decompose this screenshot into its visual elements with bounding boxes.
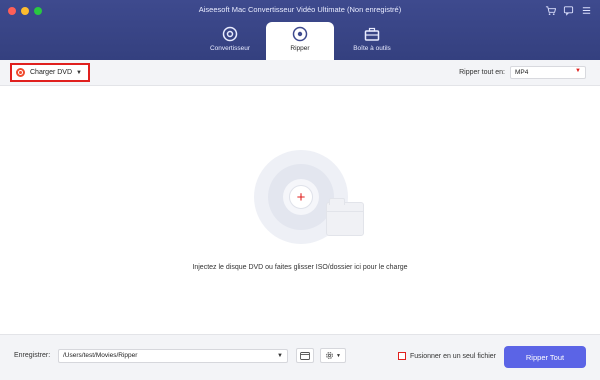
drop-area[interactable]: + Injectez le disque DVD ou faites gliss… [0,86,600,334]
folder-icon [326,198,364,236]
drop-hint-text: Injectez le disque DVD ou faites glisser… [192,264,408,271]
feedback-icon[interactable] [562,4,574,16]
tab-convertisseur[interactable]: Convertisseur [196,22,264,60]
add-file-illustration[interactable]: + [250,146,370,256]
merge-label: Fusionner en un seul fichier [410,352,496,360]
toolbox-icon [364,27,380,41]
top-icon-bar [544,4,592,16]
window-title: Aiseesoft Mac Convertisseur Vidéo Ultima… [198,5,402,14]
bottom-bar: Enregistrer: /Users/test/Movies/Ripper ▼… [0,334,600,380]
tab-label: Convertisseur [209,45,251,52]
add-plus-icon[interactable]: + [289,185,313,209]
open-folder-button[interactable] [296,348,314,363]
rip-all-label: Ripper tout en: [459,69,505,76]
chevron-down-icon[interactable]: ▼ [76,70,82,76]
cart-icon[interactable] [544,4,556,16]
output-settings-button[interactable]: ▼ [320,348,346,363]
save-path-select[interactable]: /Users/test/Movies/Ripper ▼ [58,349,288,363]
disc-center: + [283,179,319,215]
folder-open-icon [300,352,310,360]
chevron-down-icon: ▼ [575,68,581,74]
chevron-down-icon: ▼ [277,353,283,359]
rip-all-format: Ripper tout en: MP4 ▼ [459,66,586,79]
ripper-toolbar: Charger DVD ▼ Ripper tout en: MP4 ▼ [0,60,600,86]
gear-icon [326,352,333,359]
load-dvd-label: Charger DVD [30,69,73,76]
tab-ripper[interactable]: Ripper [266,22,334,60]
merge-option[interactable]: Fusionner en un seul fichier [398,352,496,360]
dvd-icon [16,68,25,77]
ripper-icon [292,26,308,42]
menu-icon[interactable] [580,4,592,16]
title-bar: Aiseesoft Mac Convertisseur Vidéo Ultima… [0,0,600,60]
tab-label: Boîte à outils [353,45,391,52]
rip-all-button[interactable]: Ripper Tout [504,346,586,368]
save-path-value: /Users/test/Movies/Ripper [63,352,138,359]
main-tabs: Convertisseur Ripper Boîte à outils [0,22,600,60]
chevron-down-icon: ▼ [336,352,341,359]
tab-label: Ripper [290,45,310,52]
app-window: Aiseesoft Mac Convertisseur Vidéo Ultima… [0,0,600,380]
tab-boite-a-outils[interactable]: Boîte à outils [338,22,406,60]
merge-checkbox[interactable] [398,352,406,360]
format-value: MP4 [515,69,529,76]
convert-icon [222,26,238,42]
output-format-select[interactable]: MP4 ▼ [510,66,586,79]
save-to-label: Enregistrer: [14,352,51,359]
load-dvd-button[interactable]: Charger DVD ▼ [10,63,90,82]
